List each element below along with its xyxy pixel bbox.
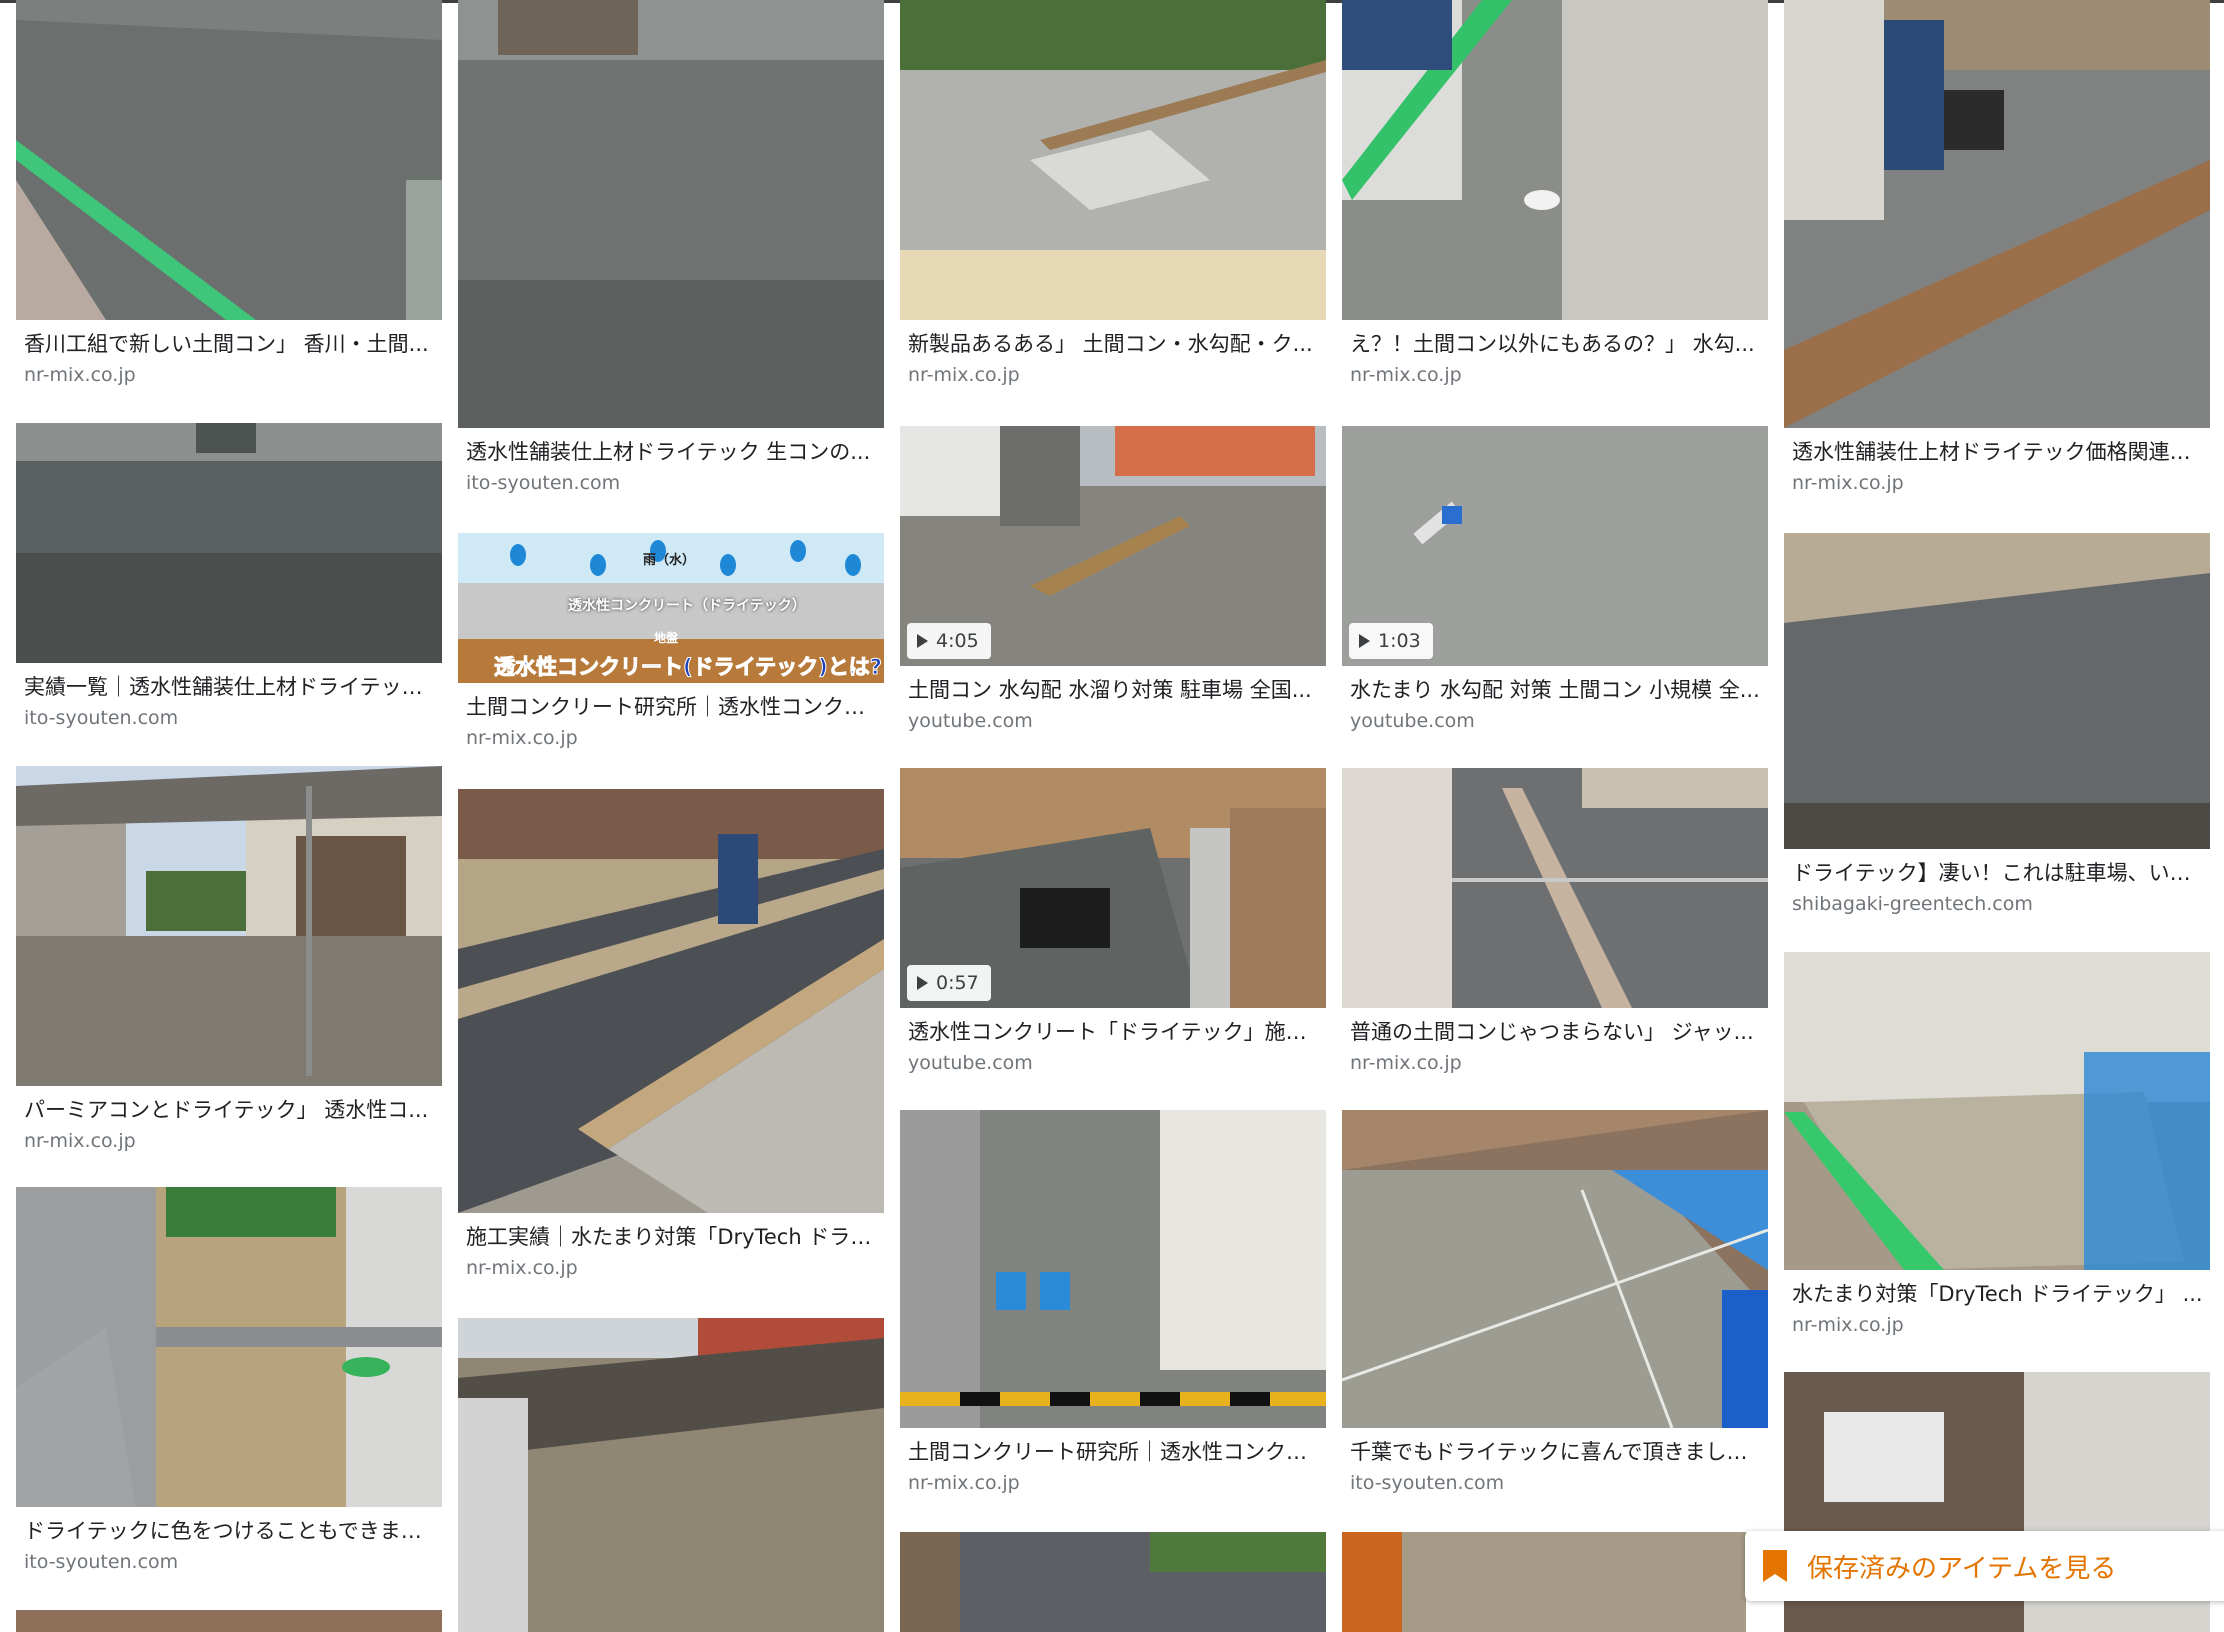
result-title[interactable]: 透水性コンクリート「ドライテック」施工... [908, 1018, 1322, 1046]
result-title[interactable]: 香川工組で新しい土間コン」 香川・土間... [24, 330, 438, 358]
view-saved-items-label: 保存済みのアイテムを見る [1807, 1553, 2117, 1584]
video-duration-badge: 1:03 [1349, 623, 1433, 659]
result-title[interactable]: 土間コンクリート研究所｜透水性コンクリ... [908, 1438, 1322, 1466]
result-thumbnail[interactable] [16, 0, 442, 320]
result-source: nr-mix.co.jp [1792, 1314, 1904, 1336]
result-thumbnail[interactable] [1784, 0, 2210, 428]
result-title[interactable]: パーミアコンとドライテック」 透水性コ... [24, 1096, 438, 1124]
result-title[interactable]: 透水性舗装仕上材ドライテック価格関連記... [1792, 438, 2206, 466]
result-thumbnail[interactable] [16, 1610, 442, 1632]
result-card[interactable]: 土間コンクリート研究所｜透水性コンクリ... nr-mix.co.jp [900, 1110, 1326, 1502]
result-card[interactable]: 4:05 土間コン 水勾配 水溜り対策 駐車場 全国... youtube.co… [900, 426, 1326, 738]
result-source: ito-syouten.com [466, 472, 621, 494]
result-title[interactable]: 新製品あるある」 土間コン・水勾配・ク... [908, 330, 1322, 358]
result-card[interactable] [16, 1610, 442, 1632]
result-thumbnail[interactable]: 雨（水） 透水性コンクリート（ドライテック） 地盤 透水性コンクリート(ドライテ… [458, 533, 884, 683]
result-thumbnail[interactable] [458, 1318, 884, 1632]
result-thumbnail[interactable]: 4:05 [900, 426, 1326, 666]
result-card[interactable]: 香川工組で新しい土間コン」 香川・土間... nr-mix.co.jp [16, 0, 442, 386]
result-card[interactable]: 透水性舗装仕上材ドライテック 生コンの... ito-syouten.com [458, 0, 884, 495]
result-thumbnail[interactable] [458, 0, 884, 428]
result-card[interactable]: 水たまり対策「DryTech ドライテック」 ... nr-mix.co.jp [1784, 952, 2210, 1344]
video-duration: 4:05 [936, 630, 979, 652]
result-title[interactable]: 施工実績｜水たまり対策「DryTech ドライ... [466, 1223, 880, 1251]
video-duration-badge: 4:05 [907, 623, 991, 659]
view-saved-items-button[interactable]: 保存済みのアイテムを見る [1745, 1531, 2224, 1601]
result-title[interactable]: 水たまり 水勾配 対策 土間コン 小規模 全... [1350, 676, 1764, 704]
result-title[interactable]: え？！土間コン以外にもあるの？」 水勾... [1350, 330, 1764, 358]
result-source: nr-mix.co.jp [908, 364, 1020, 386]
result-source: ito-syouten.com [1350, 1472, 1505, 1494]
result-title[interactable]: 千葉でもドライテックに喜んで頂きました... [1350, 1438, 1764, 1466]
result-thumbnail[interactable] [16, 766, 442, 1086]
result-card[interactable]: パーミアコンとドライテック」 透水性コ... nr-mix.co.jp [16, 766, 442, 1158]
result-card[interactable]: 1:03 水たまり 水勾配 対策 土間コン 小規模 全... youtube.c… [1342, 426, 1768, 738]
video-duration: 0:57 [936, 972, 979, 994]
result-source: youtube.com [908, 1052, 1033, 1074]
result-card[interactable]: 実績一覧｜透水性舗装仕上材ドライテック... ito-syouten.com [16, 423, 442, 735]
result-thumbnail[interactable]: 1:03 [1342, 426, 1768, 666]
result-source: nr-mix.co.jp [1350, 364, 1462, 386]
result-card[interactable]: 0:57 透水性コンクリート「ドライテック」施工... youtube.com [900, 768, 1326, 1080]
play-icon [1359, 634, 1370, 648]
result-thumbnail[interactable] [1784, 952, 2210, 1270]
result-thumbnail[interactable]: 0:57 [900, 768, 1326, 1008]
result-thumbnail[interactable] [458, 789, 884, 1213]
result-source: ito-syouten.com [24, 1551, 179, 1573]
result-thumbnail[interactable] [900, 0, 1326, 320]
result-source: youtube.com [1350, 710, 1475, 732]
video-duration: 1:03 [1378, 630, 1421, 652]
result-card[interactable]: 千葉でもドライテックに喜んで頂きました... ito-syouten.com [1342, 1110, 1768, 1502]
result-source: nr-mix.co.jp [908, 1472, 1020, 1494]
result-source: nr-mix.co.jp [24, 364, 136, 386]
result-card[interactable]: ドライテックに色をつけることもできます... ito-syouten.com [16, 1187, 442, 1581]
result-thumbnail[interactable] [900, 1532, 1326, 1632]
result-source: nr-mix.co.jp [1350, 1052, 1462, 1074]
diagram-layer-label: 透水性コンクリート（ドライテック） [568, 598, 806, 614]
result-thumbnail[interactable] [16, 423, 442, 663]
result-title[interactable]: 水たまり対策「DryTech ドライテック」 ... [1792, 1280, 2206, 1308]
result-source: nr-mix.co.jp [466, 727, 578, 749]
result-card[interactable] [900, 1532, 1326, 1632]
result-title[interactable]: 土間コン 水勾配 水溜り対策 駐車場 全国... [908, 676, 1322, 704]
bookmark-icon [1763, 1550, 1787, 1582]
result-card[interactable]: え？！土間コン以外にもあるの？」 水勾... nr-mix.co.jp [1342, 0, 1768, 386]
result-title[interactable]: ドライテック】凄い！これは駐車場、いや... [1792, 859, 2206, 887]
diagram-caption: 透水性コンクリート(ドライテック)とは? [494, 655, 883, 680]
result-source: shibagaki-greentech.com [1792, 893, 2033, 915]
result-title[interactable]: 土間コンクリート研究所｜透水性コンクリ... [466, 693, 880, 721]
result-thumbnail[interactable] [1342, 0, 1768, 320]
result-thumbnail[interactable] [1342, 768, 1768, 1008]
result-card[interactable]: 施工実績｜水たまり対策「DryTech ドライ... nr-mix.co.jp [458, 789, 884, 1284]
result-thumbnail[interactable] [1784, 533, 2210, 849]
result-title[interactable]: ドライテックに色をつけることもできます... [24, 1517, 438, 1545]
result-card[interactable] [458, 1318, 884, 1632]
result-thumbnail[interactable] [900, 1110, 1326, 1428]
result-thumbnail[interactable] [1342, 1532, 1746, 1632]
result-source: nr-mix.co.jp [466, 1257, 578, 1279]
result-card[interactable]: 雨（水） 透水性コンクリート（ドライテック） 地盤 透水性コンクリート(ドライテ… [458, 533, 884, 753]
result-source: ito-syouten.com [24, 707, 179, 729]
result-card[interactable] [1342, 1532, 1746, 1632]
result-card[interactable]: ドライテック】凄い！これは駐車場、いや... shibagaki-greente… [1784, 533, 2210, 925]
result-card[interactable]: 透水性舗装仕上材ドライテック価格関連記... nr-mix.co.jp [1784, 0, 2210, 498]
result-title[interactable]: 普通の土間コンじゃつまらない」 ジャッ... [1350, 1018, 1764, 1046]
result-thumbnail[interactable] [1342, 1110, 1768, 1428]
diagram-ground-label: 地盤 [654, 631, 679, 645]
result-card[interactable]: 普通の土間コンじゃつまらない」 ジャッ... nr-mix.co.jp [1342, 768, 1768, 1080]
result-source: nr-mix.co.jp [24, 1130, 136, 1152]
result-title[interactable]: 実績一覧｜透水性舗装仕上材ドライテック... [24, 673, 438, 701]
video-duration-badge: 0:57 [907, 965, 991, 1001]
play-icon [917, 634, 928, 648]
result-source: nr-mix.co.jp [1792, 472, 1904, 494]
result-title[interactable]: 透水性舗装仕上材ドライテック 生コンの... [466, 438, 880, 466]
result-thumbnail[interactable] [16, 1187, 442, 1507]
play-icon [917, 976, 928, 990]
result-card[interactable]: 新製品あるある」 土間コン・水勾配・ク... nr-mix.co.jp [900, 0, 1326, 386]
result-source: youtube.com [908, 710, 1033, 732]
diagram-rain-label: 雨（水） [643, 553, 696, 568]
